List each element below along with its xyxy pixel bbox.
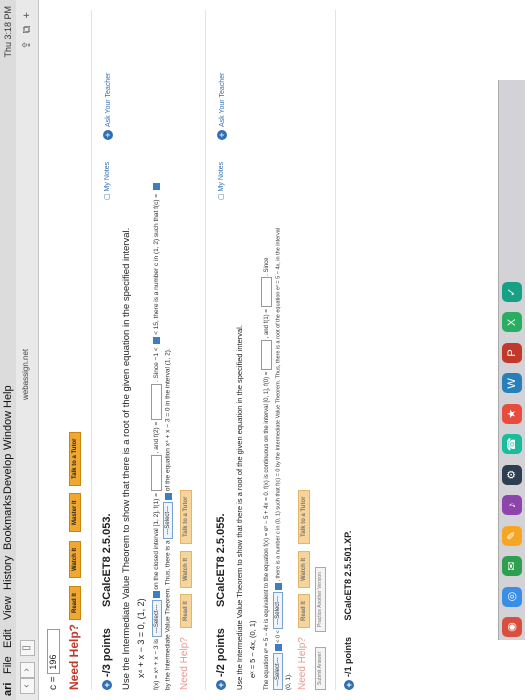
app-icon[interactable]: ✎: [502, 525, 522, 546]
q2-equation: eˣ = 5 − 4x, (0, 1): [248, 620, 257, 679]
menu-history[interactable]: History: [2, 556, 14, 590]
q2-prompt: Use the Intermediate Value Theorem to sh…: [235, 325, 244, 690]
q2-read-it-button[interactable]: Read It: [298, 593, 310, 628]
webassign-page: c = 196 Need Help? Read It Watch It Mast…: [39, 0, 525, 700]
prev-answer-row: c = 196: [47, 628, 60, 690]
q2-line1: The equation eˣ = 5 − 4x is equivalent t…: [261, 257, 272, 690]
talk-tutor-button[interactable]: Talk to a Tutor: [69, 431, 81, 486]
app-menu[interactable]: ari: [2, 683, 14, 696]
q3-points: -/1 points: [343, 637, 353, 677]
menu-help[interactable]: Help: [2, 385, 14, 408]
q1-f2-input[interactable]: [151, 383, 162, 420]
q2-f0-input[interactable]: [261, 340, 272, 371]
back-icon[interactable]: ‹: [20, 678, 35, 694]
dropdown-icon[interactable]: [164, 492, 172, 500]
q1-f1-input[interactable]: [151, 455, 162, 492]
q2-need-help-label: Need Help?: [297, 637, 308, 690]
q3-code: SCalcET8 2.5.501.XP.: [343, 530, 353, 621]
q1-code: SCalcET8 2.5.053.: [101, 513, 113, 608]
expand-icon[interactable]: +: [216, 680, 227, 690]
dropdown-icon[interactable]: [274, 583, 282, 591]
master-it-button[interactable]: Master It: [69, 493, 81, 532]
app-icon[interactable]: W: [502, 373, 522, 394]
expand-icon[interactable]: +: [102, 680, 113, 690]
toolbar-icons: ⇪ ⧉ +: [20, 10, 34, 50]
q2-second-select[interactable]: ---Select---: [273, 592, 283, 629]
ask-icon: +: [103, 130, 113, 140]
prev-answer-input[interactable]: 196: [47, 628, 60, 674]
expand-icon[interactable]: +: [343, 680, 354, 690]
menu-status-clock: Thu 3:18 PM: [3, 6, 13, 58]
q1-root-select[interactable]: ---Select---: [163, 501, 173, 539]
dropdown-icon[interactable]: [153, 591, 160, 599]
q2-ask-teacher-link[interactable]: +Ask Your Teacher: [217, 73, 227, 140]
q2-header: + -/2 points SCalcET8 2.5.055.: [215, 513, 227, 690]
new-tab-icon[interactable]: +: [21, 10, 33, 18]
app-icon[interactable]: ★: [502, 403, 522, 424]
q2-code: SCalcET8 2.5.055.: [215, 513, 227, 608]
divider: [205, 10, 206, 690]
q2-f1-input[interactable]: [261, 277, 272, 308]
divider: [91, 10, 92, 690]
q1-continuity-select[interactable]: ---Select---: [151, 600, 162, 638]
app-icon[interactable]: ✓: [502, 282, 522, 303]
q1-fc-dropdown-icon[interactable]: [153, 183, 160, 191]
q2-talk-tutor-button[interactable]: Talk to a Tutor: [298, 489, 310, 544]
practice-another-button[interactable]: Practice Another Version: [315, 567, 326, 632]
q3-header: + -/1 points SCalcET8 2.5.501.XP.: [343, 531, 354, 690]
q2-watch-it-button[interactable]: Watch It: [298, 550, 310, 588]
sidebar-icon[interactable]: ▯: [20, 640, 35, 656]
q1-talk-tutor-button[interactable]: Talk to a Tutor: [180, 489, 192, 544]
menu-bar: ari File Edit View History Bookmarks Dev…: [0, 0, 17, 700]
q1-ask-teacher-link[interactable]: +Ask Your Teacher: [103, 73, 113, 140]
q2-line3: (0, 1).: [285, 673, 292, 690]
q1-my-notes-link[interactable]: ▢ My Notes: [103, 162, 111, 200]
tabs-icon[interactable]: ⧉: [21, 24, 33, 34]
ask-icon: +: [217, 130, 227, 140]
menu-edit[interactable]: Edit: [2, 629, 14, 648]
q1-line2: by the Intermediate Value Theorem. Thus,…: [163, 348, 173, 690]
app-icon[interactable]: P: [502, 342, 522, 363]
app-icon[interactable]: ⚙: [502, 464, 522, 485]
q1-need-help-label: Need Help?: [179, 637, 190, 690]
forward-icon[interactable]: ›: [20, 662, 35, 678]
q1-prompt: Use the Intermediate Value Theorem to sh…: [121, 227, 132, 690]
q1-watch-it-button[interactable]: Watch It: [180, 550, 192, 588]
dropdown-icon[interactable]: [274, 644, 282, 652]
divider: [335, 10, 336, 690]
need-help-label: Need Help?: [67, 623, 81, 690]
app-icon[interactable]: ◉: [502, 617, 522, 637]
app-icon[interactable]: X: [502, 312, 522, 333]
q1-line1: f(x) = x⁴ + x − 3 is ---Select--- on the…: [151, 183, 162, 690]
q1-since-dropdown-icon[interactable]: [153, 336, 160, 344]
q1-header: + -/3 points SCalcET8 2.5.053.: [101, 513, 113, 690]
address-bar[interactable]: webassign.net: [21, 349, 30, 400]
menu-bookmarks[interactable]: Bookmarks: [2, 495, 14, 550]
q1-read-it-button[interactable]: Read It: [180, 593, 192, 628]
q2-first-select[interactable]: ---Select---: [273, 653, 283, 690]
app-icon[interactable]: ◎: [502, 586, 522, 607]
menu-file[interactable]: File: [2, 656, 14, 674]
app-icon[interactable]: ☎: [502, 434, 522, 455]
prev-answer-label: c =: [48, 676, 60, 690]
photo-stage: ari File Edit View History Bookmarks Dev…: [0, 0, 525, 700]
app-icon[interactable]: ✉: [502, 556, 522, 577]
browser-screen: ari File Edit View History Bookmarks Dev…: [0, 0, 525, 700]
browser-toolbar: ‹ › ▯ webassign.net ⇪ ⧉ +: [16, 0, 39, 700]
q2-points: -/2 points: [215, 628, 227, 677]
app-icon[interactable]: ♪: [502, 495, 522, 516]
menu-develop[interactable]: Develop: [2, 454, 14, 494]
read-it-button[interactable]: Read It: [69, 585, 81, 620]
q2-my-notes-link[interactable]: ▢ My Notes: [217, 162, 225, 200]
q1-points: -/3 points: [101, 628, 113, 677]
submit-answer-button[interactable]: Submit Answer: [315, 646, 326, 690]
q2-line2: ---Select--- < 0 < ---Select--- , there …: [273, 228, 283, 690]
q1-equation: x⁴ + x − 3 = 0, (1, 2): [136, 598, 146, 678]
share-icon[interactable]: ⇪: [21, 38, 33, 49]
menu-view[interactable]: View: [2, 596, 14, 620]
watch-it-button[interactable]: Watch It: [69, 540, 81, 578]
menu-window[interactable]: Window: [2, 411, 14, 450]
dock: ◉ ◎ ✉ ✎ ♪ ⚙ ☎ ★ W P X ✓: [498, 80, 525, 640]
